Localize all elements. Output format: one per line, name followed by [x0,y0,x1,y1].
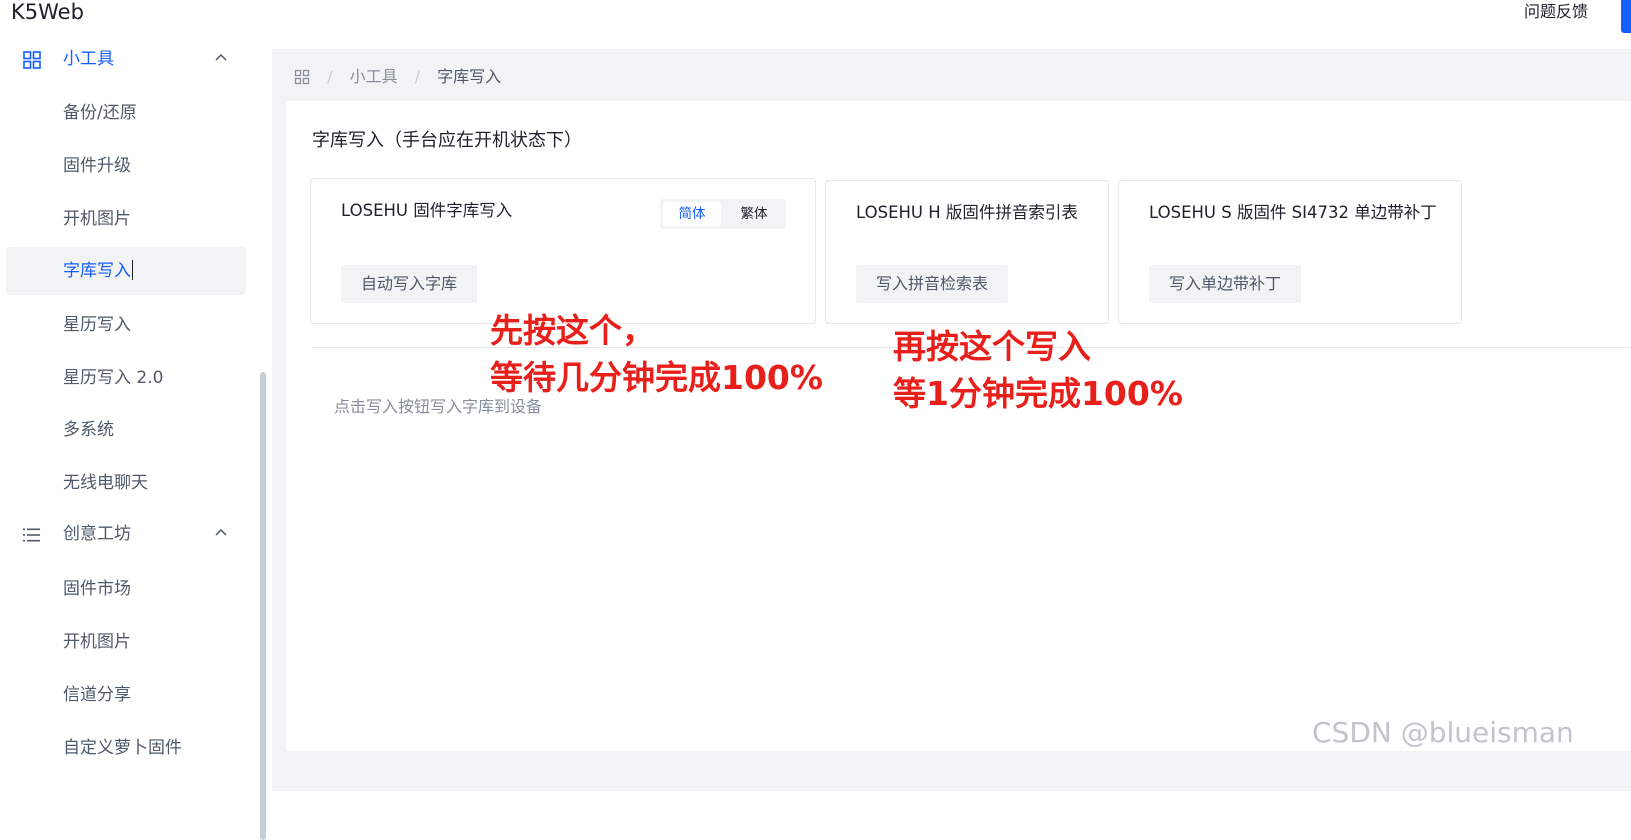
chevron-up-icon [215,528,227,536]
text-cursor [132,260,133,280]
sidebar-scrollbar[interactable] [260,372,266,840]
sidebar-group-label: 创意工坊 [63,524,131,544]
sidebar-item-custom-firmware[interactable]: 自定义萝卜固件 [6,724,246,772]
card-title: LOSEHU S 版固件 SI4732 单边带补丁 [1149,203,1437,222]
sidebar-item-firmware-upgrade[interactable]: 固件升级 [6,142,246,190]
content-panel: 字库写入（手台应在开机状态下） LOSEHU 固件字库写入 简体 繁体 自动写入… [286,101,1631,751]
annotation-step-1-line-1: 先按这个， [490,311,655,350]
app-title[interactable]: K5Web [11,0,84,25]
list-icon [23,528,40,542]
auto-write-font-button[interactable]: 自动写入字库 [341,265,478,303]
segment-traditional[interactable]: 繁体 [725,202,783,226]
breadcrumb-item-tools[interactable]: 小工具 [350,66,398,88]
sidebar-item-radio-chat[interactable]: 无线电聊天 [6,459,246,507]
breadcrumb-item-current: 字库写入 [437,66,502,86]
breadcrumb-separator: / [327,66,333,86]
sidebar-group-tools[interactable]: 小工具 [0,40,262,80]
apps-grid-icon[interactable] [294,69,310,85]
annotation-step-1-line-2: 等待几分钟完成100% [490,358,823,397]
sidebar-item-ephemeris-write-2[interactable]: 星历写入 2.0 [6,354,246,402]
sidebar-item-label: 固件市场 [63,579,131,599]
watermark: CSDN @blueisman [1312,716,1574,749]
sidebar-item-label: 多系统 [63,420,114,440]
card-title: LOSEHU 固件字库写入 [341,201,513,220]
sidebar-item-label: 开机图片 [63,632,131,652]
sidebar-item-label: 自定义萝卜固件 [63,738,182,758]
sidebar: 小工具 备份/还原 固件升级 开机图片 字库写入 星历写入 星历写入 2.0 多… [0,49,273,840]
breadcrumb: / 小工具 / 字库写入 [294,65,501,87]
feedback-link[interactable]: 问题反馈 [1524,2,1588,22]
sidebar-item-label: 星历写入 2.0 [63,368,164,388]
annotation-step-2-line-1: 再按这个写入 [893,327,1091,366]
segment-simplified[interactable]: 简体 [663,202,721,226]
breadcrumb-separator: / [414,66,421,86]
script-segmented-control: 简体 繁体 [660,199,786,229]
chevron-up-icon [215,53,227,61]
sidebar-group-label: 小工具 [63,49,114,69]
card-font-write: LOSEHU 固件字库写入 简体 繁体 自动写入字库 [310,178,816,324]
sidebar-group-workshop[interactable]: 创意工坊 [0,515,262,555]
card-ssb-patch: LOSEHU S 版固件 SI4732 单边带补丁 写入单边带补丁 [1118,180,1462,324]
sidebar-item-label: 信道分享 [63,685,131,705]
sidebar-item-label: 星历写入 [63,315,131,335]
sidebar-item-label: 备份/还原 [63,103,137,123]
sidebar-item-label: 开机图片 [63,209,131,229]
sidebar-item-label: 无线电聊天 [63,473,148,493]
sidebar-item-channel-share[interactable]: 信道分享 [6,671,246,719]
sidebar-item-backup-restore[interactable]: 备份/还原 [6,89,246,137]
main-area: / 小工具 / 字库写入 字库写入（手台应在开机状态下） LOSEHU 固件字库… [272,49,1631,791]
sidebar-item-label: 字库写入 [63,260,133,281]
card-title: LOSEHU H 版固件拼音索引表 [856,203,1078,222]
write-ssb-patch-button[interactable]: 写入单边带补丁 [1149,265,1302,303]
sidebar-item-boot-image-workshop[interactable]: 开机图片 [6,618,246,666]
sidebar-item-firmware-market[interactable]: 固件市场 [6,565,246,613]
sidebar-item-font-write[interactable]: 字库写入 [6,247,246,295]
write-pinyin-index-button[interactable]: 写入拼音检索表 [856,265,1009,303]
sidebar-item-label: 固件升级 [63,156,131,176]
page-title: 字库写入（手台应在开机状态下） [312,130,582,151]
card-pinyin-index: LOSEHU H 版固件拼音索引表 写入拼音检索表 [825,180,1109,324]
sidebar-item-ephemeris-write[interactable]: 星历写入 [6,301,246,349]
sidebar-item-boot-image[interactable]: 开机图片 [6,195,246,243]
status-hint: 点击写入按钮写入字库到设备 [334,397,543,416]
sidebar-item-multi-system[interactable]: 多系统 [6,406,246,454]
header-action-button[interactable] [1621,0,1631,33]
apps-grid-icon [23,51,41,69]
annotation-step-2-line-2: 等1分钟完成100% [893,374,1183,413]
